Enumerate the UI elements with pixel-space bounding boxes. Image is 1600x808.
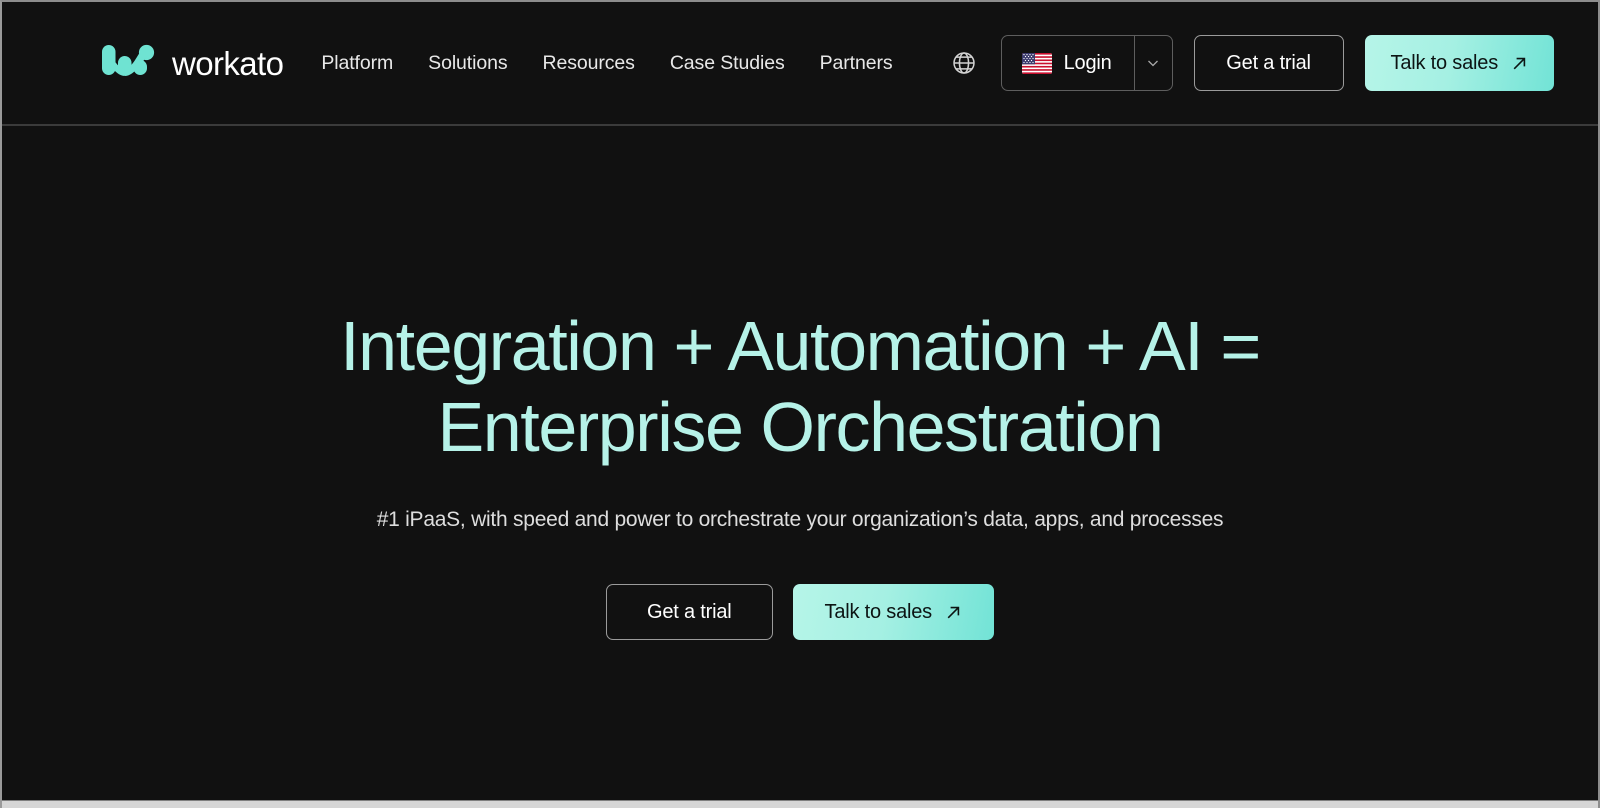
site-header: workato Platform Solutions Resources Cas…: [2, 2, 1598, 126]
nav-item-resources[interactable]: Resources: [543, 52, 635, 75]
hero-subtitle: #1 iPaaS, with speed and power to orches…: [376, 508, 1224, 532]
globe-icon: [952, 52, 975, 74]
nav-item-partners[interactable]: Partners: [820, 52, 893, 75]
workato-w-mark-icon: [102, 44, 155, 76]
page-root: workato Platform Solutions Resources Cas…: [0, 0, 1600, 808]
login-button-group: Login: [1000, 35, 1173, 91]
us-flag-icon: [1021, 52, 1052, 74]
brand-logo-link[interactable]: workato: [102, 43, 284, 83]
login-dropdown-toggle[interactable]: [1133, 36, 1172, 90]
nav-item-case-studies[interactable]: Case Studies: [670, 52, 785, 75]
hero-headline-line-2: Enterprise Orchestration: [437, 388, 1163, 467]
talk-to-sales-label-header: Talk to sales: [1390, 51, 1499, 74]
chevron-down-icon: [1148, 60, 1159, 67]
hero-headline: Integration + Automation + AI = Enterpri…: [340, 306, 1261, 468]
primary-navigation: Platform Solutions Resources Case Studie…: [321, 52, 892, 75]
arrow-up-right-icon: [1513, 57, 1526, 69]
hero-cta-group: Get a trial Talk to sales: [606, 584, 994, 641]
nav-item-platform[interactable]: Platform: [321, 52, 393, 75]
get-a-trial-button-hero[interactable]: Get a trial: [606, 584, 773, 641]
talk-to-sales-button-hero[interactable]: Talk to sales: [792, 584, 994, 641]
window-bottom-edge: [2, 800, 1598, 808]
language-selector-button[interactable]: [950, 49, 978, 77]
talk-to-sales-label-hero: Talk to sales: [824, 600, 933, 623]
hero-headline-line-1: Integration + Automation + AI =: [340, 307, 1261, 385]
nav-item-solutions[interactable]: Solutions: [428, 52, 507, 75]
login-button[interactable]: Login: [1002, 36, 1134, 90]
arrow-up-right-icon: [947, 606, 960, 619]
brand-name: workato: [172, 44, 284, 82]
get-a-trial-button-header[interactable]: Get a trial: [1193, 35, 1344, 91]
login-label: Login: [1063, 51, 1112, 74]
header-actions: Login Get a trial Talk to sales: [950, 35, 1554, 91]
hero-section: Integration + Automation + AI = Enterpri…: [2, 126, 1598, 806]
talk-to-sales-button-header[interactable]: Talk to sales: [1364, 35, 1554, 91]
